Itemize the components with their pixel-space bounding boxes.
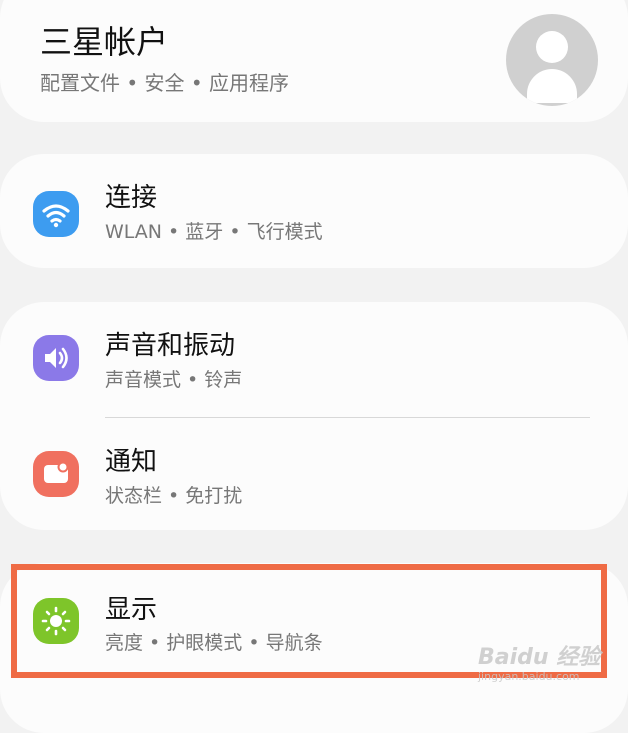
wifi-icon	[33, 191, 79, 237]
connections-subtitle: WLAN • 蓝牙 • 飞行模式	[105, 221, 323, 243]
notifications-subtitle: 状态栏 • 免打扰	[105, 485, 243, 507]
avatar-head	[536, 31, 568, 63]
baidu-watermark: Baidu 经验 jingyan.baidu.com	[478, 646, 618, 696]
connections-title: 连接	[105, 183, 158, 213]
watermark-url: jingyan.baidu.com	[478, 670, 580, 683]
account-title: 三星帐户	[40, 23, 169, 61]
sound-notifications-card: 声音和振动 声音模式 • 铃声 通知 状态栏 • 免打扰	[0, 302, 628, 530]
account-subtitle: 配置文件 • 安全 • 应用程序	[40, 71, 290, 95]
settings-item-notifications[interactable]: 通知 状态栏 • 免打扰	[0, 418, 628, 530]
notifications-title: 通知	[105, 447, 158, 477]
sound-subtitle: 声音模式 • 铃声	[105, 369, 243, 391]
connections-card: 连接 WLAN • 蓝牙 • 飞行模式	[0, 154, 628, 268]
display-subtitle: 亮度 • 护眼模式 • 导航条	[105, 632, 323, 654]
avatar-shoulders	[527, 69, 577, 103]
brightness-icon	[33, 598, 79, 644]
watermark-logo: Baidu 经验	[478, 645, 601, 670]
samsung-account-card[interactable]: 三星帐户 配置文件 • 安全 • 应用程序	[0, 0, 628, 122]
settings-item-connections[interactable]: 连接 WLAN • 蓝牙 • 飞行模式	[0, 154, 628, 268]
sound-title: 声音和振动	[105, 331, 236, 361]
settings-item-sound[interactable]: 声音和振动 声音模式 • 铃声	[0, 302, 628, 416]
volume-icon	[33, 335, 79, 381]
notification-icon	[33, 451, 79, 497]
person-avatar-icon[interactable]	[506, 14, 598, 106]
display-title: 显示	[105, 595, 158, 625]
